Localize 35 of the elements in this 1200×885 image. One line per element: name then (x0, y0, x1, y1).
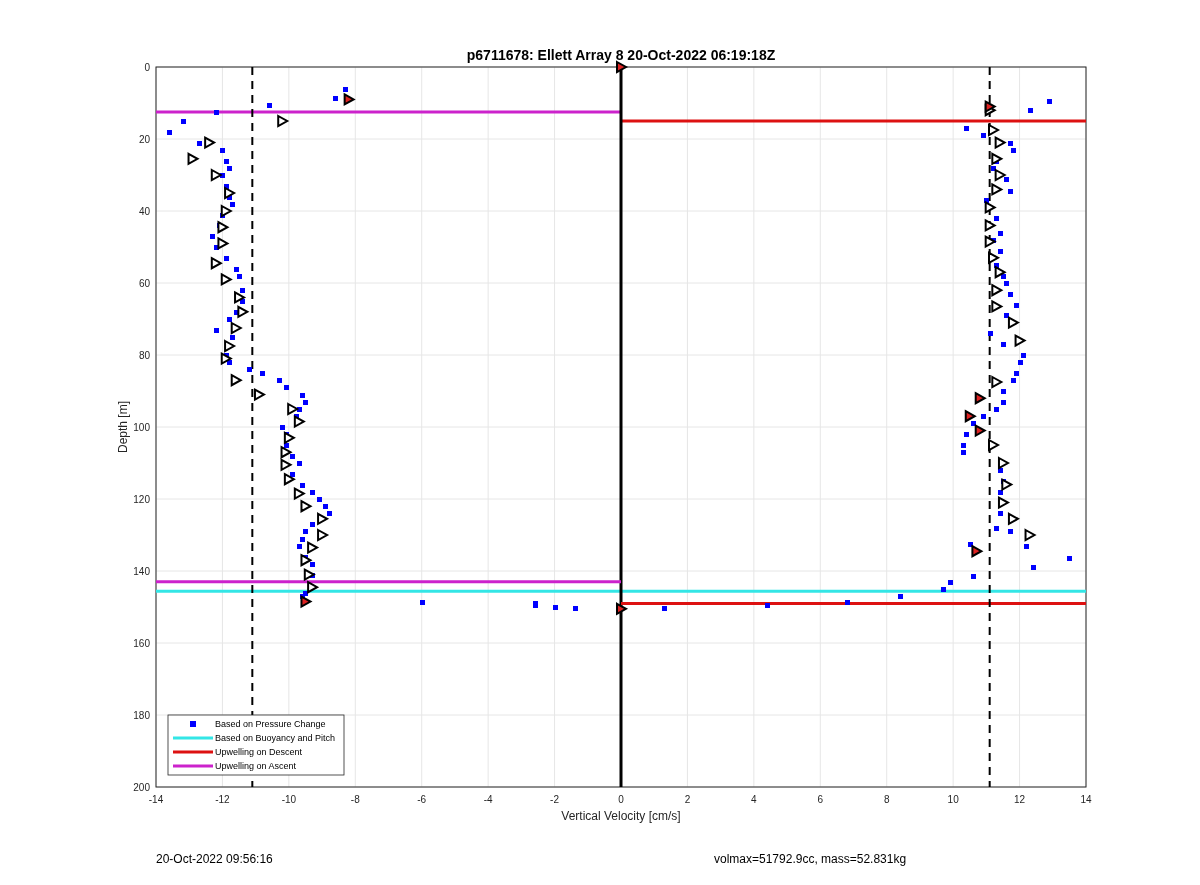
x-axis-label: Vertical Velocity [cm/s] (561, 809, 681, 823)
timestamp: 20-Oct-2022 09:56:16 (156, 852, 273, 866)
tick-label: 12 (1014, 794, 1026, 805)
tick-label: 2 (684, 794, 691, 805)
tick-label: 120 (133, 494, 150, 505)
legend-label: Based on Pressure Change (215, 719, 326, 729)
legend-label: Based on Buoyancy and Pitch (215, 733, 336, 743)
tick-label: 160 (133, 638, 150, 649)
y-axis-label: Depth [m] (116, 401, 130, 453)
chart-title: p6711678: Ellett Array 8 20-Oct-2022 06:19:18Z (466, 47, 776, 63)
tick-label: -12 (215, 794, 230, 805)
tick-label: 8 (883, 794, 890, 805)
tick-label: 0 (618, 794, 624, 805)
tick-label: -8 (350, 794, 360, 805)
tick-label: 60 (138, 278, 150, 289)
tick-label: -10 (281, 794, 297, 805)
tick-label: -4 (483, 794, 493, 805)
tick-label: 100 (133, 422, 150, 433)
tick-label: 10 (947, 794, 959, 805)
tick-label: 4 (751, 794, 757, 805)
tick-label: 200 (133, 782, 150, 793)
tick-label: 80 (138, 350, 150, 361)
tick-label: -14 (148, 794, 164, 805)
tick-label: 14 (1080, 794, 1092, 805)
legend-label: Upwelling on Ascent (215, 761, 297, 771)
tick-label: 20 (138, 134, 150, 145)
tick-label: 6 (817, 794, 824, 805)
tick-label: -6 (417, 794, 427, 805)
tick-label: 0 (144, 62, 150, 73)
legend-label: Upwelling on Descent (215, 747, 303, 757)
tick-label: -2 (550, 794, 559, 805)
tick-label: 180 (133, 710, 150, 721)
tick-label: 40 (138, 206, 150, 217)
float-info: volmax=51792.9cc, mass=52.831kg (714, 852, 907, 866)
tick-label: 140 (133, 566, 150, 577)
